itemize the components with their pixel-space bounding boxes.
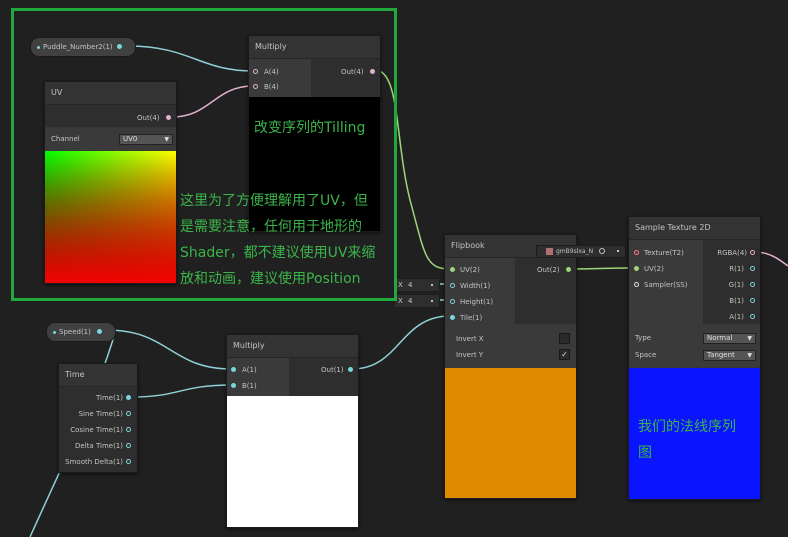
sample-a-label: A(1) [729,313,744,321]
property-speed-output-port[interactable] [97,329,102,334]
annotation-uv-note: 这里为了方便理解用了UV，但 是需要注意，任何用于地形的 Shader，都不建议… [180,188,390,292]
sample-type-value: Normal [707,334,733,342]
annotation-uv-line-1: 这里为了方便理解用了UV，但 [180,193,368,209]
texture-thumbnail [546,248,553,255]
wire-time-to-multiply-b [131,384,233,398]
time-output-smooth-delta: Smooth Delta(1) [65,458,123,466]
flipbook-invert-x-label: Invert X [456,335,484,343]
multiply-bottom-title: Multiply [227,335,358,358]
time-output-time: Time(1) [95,394,123,402]
flipbook-height-field[interactable]: X 4 [394,294,440,308]
chevron-down-icon: ▼ [747,335,752,342]
time-output-delta: Delta Time(1) [75,442,123,450]
time-output-sine: Sine Time(1) [78,410,123,418]
flipbook-tile-port[interactable] [450,315,455,320]
wire-multiply-to-flipbook-tile [351,315,451,370]
flipbook-width-port[interactable] [450,283,455,288]
sample-type-dropdown[interactable]: Normal ▼ [703,333,756,344]
time-node-title: Time [59,364,137,387]
sample-texture-label: Texture(T2) [644,249,684,257]
flipbook-settings-bg [445,325,576,367]
width-value: 4 [408,281,413,289]
time-output-cosine-port[interactable] [126,427,131,432]
texture-asset-value: gmB9slxa_N [556,248,594,255]
flipbook-node[interactable]: Flipbook UV(2) Width(1) Height(1) Tile(1… [444,234,577,499]
height-connector-dot [431,300,433,302]
sample-sampler-label: Sampler(SS) [644,281,688,289]
wire-flipbook-to-sample-uv [569,267,634,270]
sample-a-port[interactable] [750,314,755,319]
flipbook-out-label: Out(2) [537,266,560,274]
target-icon[interactable] [599,248,605,254]
time-output-sine-port[interactable] [126,411,131,416]
time-output-time-port[interactable] [126,395,131,400]
time-output-smooth-delta-port[interactable] [126,459,131,464]
sample-type-label: Type [635,334,652,342]
shader-graph-canvas[interactable]: Puddle_Number2(1) UV Out(4) Channel UV0 … [0,0,788,537]
flipbook-uv-port[interactable] [450,267,455,272]
flipbook-out-port[interactable] [566,267,571,272]
sample-uv-label: UV(2) [644,265,664,273]
multiply-bottom-a-label: A(1) [242,366,257,374]
sample-r-label: R(1) [729,265,744,273]
flipbook-invert-y-label: Invert Y [456,351,484,359]
flipbook-height-label: Height(1) [460,298,494,306]
sample-sampler-port[interactable] [634,282,639,287]
flipbook-tile-label: Tile(1) [460,314,483,322]
flipbook-width-field[interactable]: X 4 [394,278,440,292]
width-axis-label: X [398,281,403,289]
multiply-bottom-b-label: B(1) [242,382,257,390]
multiply-bottom-out-label: Out(1) [321,366,344,374]
flipbook-width-label: Width(1) [460,282,491,290]
property-dot-icon [53,331,56,334]
chevron-down-icon: ▼ [747,352,752,359]
flipbook-invert-y-checkbox[interactable]: ✓ [559,349,570,360]
annotation-normal-line-2: 图 [638,445,652,461]
sample-space-value: Tangent [707,351,735,359]
multiply-bottom-b-port[interactable] [231,383,236,388]
sample-g-label: G(1) [728,281,744,289]
annotation-uv-line-4: 放和动画，建议使用Position [180,271,361,287]
sample-uv-port[interactable] [634,266,639,271]
time-output-cosine: Cosine Time(1) [70,426,123,434]
sample-texture-port[interactable] [634,250,639,255]
time-output-delta-port[interactable] [126,443,131,448]
multiply-bottom-inputs-bg [227,358,289,396]
texture-asset-field[interactable]: gmB9slxa_N [536,245,626,258]
multiply-bottom-a-port[interactable] [231,367,236,372]
sample-r-port[interactable] [750,266,755,271]
annotation-tilling: 改变序列的Tilling [254,120,366,136]
time-node[interactable]: Time Time(1) Sine Time(1) Cosine Time(1)… [58,363,138,473]
sample-b-port[interactable] [750,298,755,303]
multiply-bottom-preview [227,396,358,527]
flipbook-uv-label: UV(2) [460,266,480,274]
texture-field-dot [617,250,619,252]
height-axis-label: X [398,297,403,305]
property-speed-label: Speed(1) [59,328,91,336]
property-speed[interactable]: Speed(1) [46,322,116,342]
multiply-bottom-outputs-bg [289,358,358,396]
annotation-uv-line-3: Shader，都不建议使用UV来缩 [180,245,376,261]
sample-rgba-label: RGBA(4) [717,249,747,257]
height-value: 4 [408,297,413,305]
flipbook-height-port[interactable] [450,299,455,304]
multiply-node-bottom[interactable]: Multiply A(1) B(1) Out(1) [226,334,359,528]
sample-space-dropdown[interactable]: Tangent ▼ [703,350,756,361]
sample-space-label: Space [635,351,657,359]
sample-texture-title: Sample Texture 2D [629,217,760,240]
flipbook-invert-x-checkbox[interactable] [559,333,570,344]
sample-b-label: B(1) [729,297,744,305]
annotation-uv-line-2: 是需要注意，任何用于地形的 [180,219,362,235]
sample-g-port[interactable] [750,282,755,287]
flipbook-preview [445,368,576,498]
sample-rgba-port[interactable] [750,250,755,255]
multiply-bottom-out-port[interactable] [348,367,353,372]
width-connector-dot [431,284,433,286]
annotation-normal-line-1: 我们的法线序列 [638,419,736,435]
